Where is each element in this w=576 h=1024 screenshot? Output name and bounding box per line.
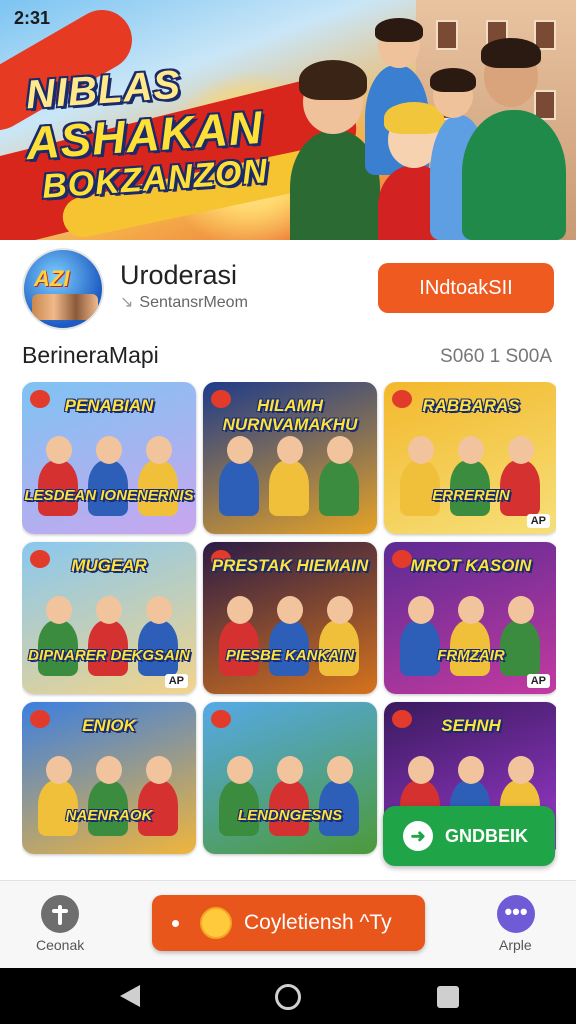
app-screen: 2:31 NIBLAS ASHAKAN BOKZANZON AZI Uroder…	[0, 0, 576, 1024]
main-action-label: Coyletiensh ^Ty	[244, 911, 392, 934]
dot-icon	[172, 920, 179, 927]
card-title: MROT KASOIN	[410, 556, 532, 575]
card-subtitle: LESDEAN IONENERNIS	[24, 487, 194, 504]
bottom-bar: Ceonak Coyletiensh ^Ty ••• Arple	[0, 880, 576, 968]
app-header: AZI Uroderasi ↘ SentansrMeom INdtoakSII	[0, 240, 576, 336]
app-name: Uroderasi	[120, 260, 238, 290]
card-character-head	[146, 596, 172, 624]
card-title: ENIOK	[82, 716, 136, 735]
card-character-head	[508, 436, 534, 464]
card-tag: AP	[526, 674, 550, 688]
card-subtitle: LENDNGESNS	[237, 807, 343, 824]
card-character	[269, 460, 309, 516]
character-hair	[375, 18, 423, 42]
coin-icon	[200, 907, 232, 939]
card-character-head	[458, 756, 484, 784]
game-card[interactable]: PRESTAK HIEMAIN PIESBE KANKAIN	[203, 542, 377, 694]
card-character-head	[146, 756, 172, 784]
game-card[interactable]: ENIOK NAENRAOK	[22, 702, 196, 854]
right-arrow-icon: ➜	[403, 821, 433, 851]
character-hair	[430, 68, 476, 92]
card-character	[219, 460, 259, 516]
app-icon-artwork	[32, 294, 98, 320]
card-character-head	[96, 436, 122, 464]
building-window	[436, 20, 458, 50]
fab-label: GNDBEIK	[445, 826, 529, 846]
card-title: SEHNH	[441, 716, 501, 735]
download-fab[interactable]: ➜ GNDBEIK	[383, 806, 555, 866]
card-character-head	[408, 436, 434, 464]
card-title: PENABIAN	[64, 396, 154, 415]
game-card[interactable]: HILAMH NURNVAMAKHU	[203, 382, 377, 534]
card-character	[319, 460, 359, 516]
card-character-head	[458, 436, 484, 464]
section-title: BerineraMapi	[22, 342, 159, 368]
game-card[interactable]: LENDNGESNS	[203, 702, 377, 854]
section-meta[interactable]: S060 1 S00A	[440, 346, 552, 368]
system-nav-bar	[0, 968, 576, 1024]
character-hair	[299, 60, 367, 100]
banner-character	[462, 110, 566, 240]
card-title: MUGEAR	[71, 556, 147, 575]
card-subtitle: PIESBE KANKAIN	[225, 647, 355, 664]
card-title: PRESTAK HIEMAIN	[211, 556, 369, 575]
install-button[interactable]: INdtoakSII	[378, 263, 554, 313]
more-icon[interactable]: •••	[497, 895, 535, 933]
card-character-head	[508, 596, 534, 624]
status-time: 2:31	[14, 8, 51, 28]
recents-icon[interactable]	[437, 986, 459, 1008]
chat-bubble-icon	[211, 710, 231, 728]
app-icon-logo: AZI	[34, 266, 70, 291]
card-subtitle: ERREREIN	[432, 487, 510, 504]
card-character-head	[227, 756, 253, 784]
app-icon[interactable]: AZI	[22, 248, 104, 330]
card-subtitle: FRMZAIR	[437, 647, 505, 664]
card-character-head	[277, 596, 303, 624]
card-character-head	[327, 756, 353, 784]
card-tag: AP	[526, 514, 550, 528]
card-character-head	[96, 596, 122, 624]
card-title: RABBARAS	[422, 396, 520, 415]
card-character-head	[277, 436, 303, 464]
card-character-head	[408, 596, 434, 624]
card-character-head	[327, 436, 353, 464]
card-character-head	[96, 756, 122, 784]
card-subtitle: DIPNARER DEKGSAIN	[28, 647, 190, 664]
hero-banner[interactable]: 2:31 NIBLAS ASHAKAN BOKZANZON	[0, 0, 576, 240]
card-character-head	[327, 596, 353, 624]
game-card[interactable]: RABBARAS ERREREIN AP	[384, 382, 556, 534]
card-character-head	[146, 436, 172, 464]
bottom-right-label[interactable]: Arple	[499, 937, 532, 953]
card-character-head	[508, 756, 534, 784]
bottom-left-label[interactable]: Ceonak	[36, 937, 84, 953]
card-character-head	[227, 596, 253, 624]
card-character-head	[458, 596, 484, 624]
card-character-head	[46, 436, 72, 464]
developer-name[interactable]: ↘ SentansrMeom	[120, 292, 248, 312]
card-character-head	[277, 756, 303, 784]
game-card[interactable]: MUGEAR DIPNARER DEKGSAIN AP	[22, 542, 196, 694]
main-action-button[interactable]: Coyletiensh ^Ty	[152, 895, 425, 951]
card-character-head	[408, 756, 434, 784]
card-character-head	[227, 436, 253, 464]
card-character-head	[46, 756, 72, 784]
card-tag: AP	[164, 674, 188, 688]
home-icon[interactable]	[275, 984, 301, 1010]
joystick-icon[interactable]	[41, 895, 79, 933]
game-card[interactable]: MROT KASOIN FRMZAIR AP	[384, 542, 556, 694]
card-character-head	[46, 596, 72, 624]
link-icon: ↘	[120, 294, 134, 311]
card-subtitle: NAENRAOK	[65, 807, 153, 824]
card-title: HILAMH NURNVAMAKHU	[222, 396, 358, 434]
developer-label: SentansrMeom	[139, 294, 248, 311]
back-icon[interactable]	[120, 985, 140, 1007]
game-card[interactable]: PENABIAN LESDEAN IONENERNIS	[22, 382, 196, 534]
character-hair	[481, 38, 541, 68]
